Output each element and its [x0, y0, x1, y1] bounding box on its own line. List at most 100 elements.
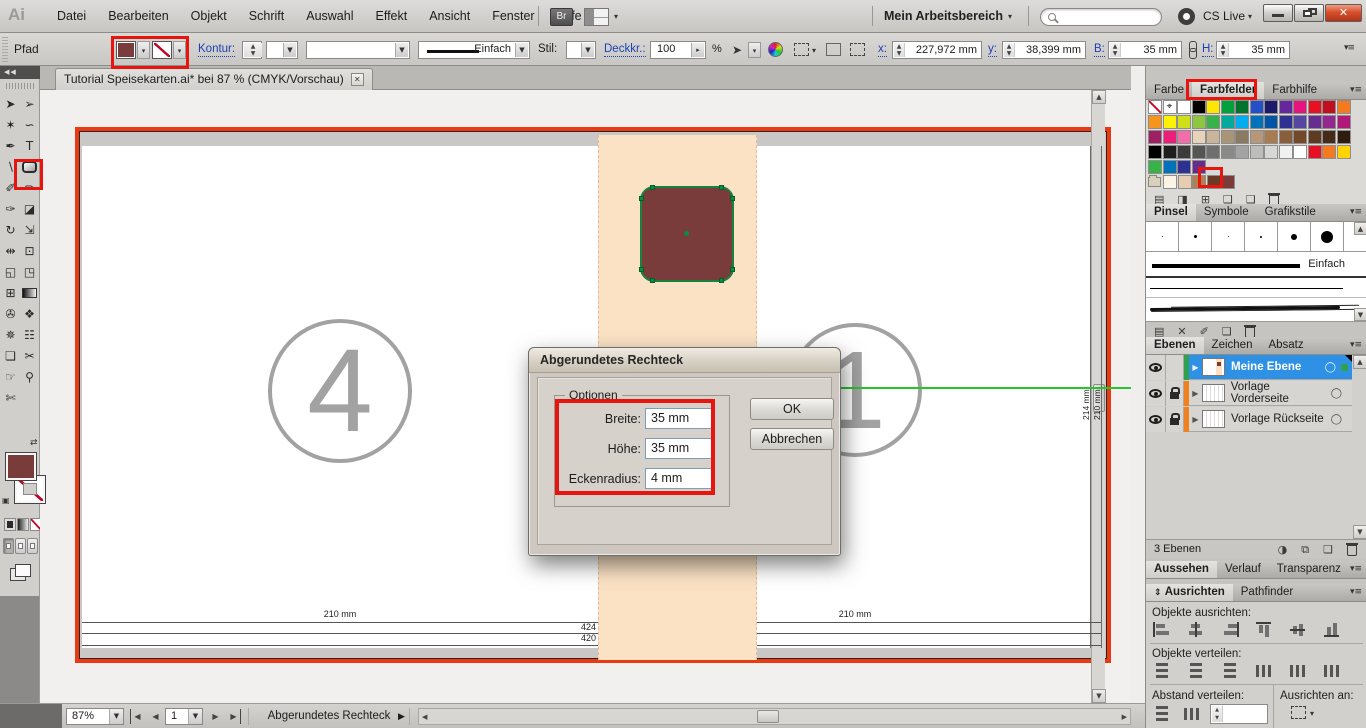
line-segment-tool[interactable]: ∖: [1, 156, 20, 177]
stroke-weight-link[interactable]: Kontur:: [198, 42, 235, 57]
field-input[interactable]: 35 mm: [645, 408, 713, 429]
swatch[interactable]: [1250, 130, 1264, 144]
lock-cell[interactable]: [1166, 355, 1184, 380]
pen-tool[interactable]: ✒: [1, 135, 20, 156]
tab-ebenen[interactable]: Ebenen: [1146, 337, 1204, 354]
lock-cell[interactable]: [1166, 381, 1184, 406]
eraser-tool[interactable]: ◪: [20, 198, 39, 219]
stroke-color-swatch[interactable]: [152, 41, 172, 59]
style-select[interactable]: ▼: [566, 41, 596, 59]
target-circle-icon[interactable]: ◯: [1325, 362, 1336, 373]
draw-normal-button[interactable]: [3, 538, 14, 554]
brush-options-icon[interactable]: ✐: [1200, 325, 1209, 338]
swatch[interactable]: [1235, 100, 1249, 114]
eyedropper-tool[interactable]: ✇: [1, 303, 20, 324]
direct-selection-tool[interactable]: ➢: [20, 93, 39, 114]
width-link[interactable]: B:: [1094, 42, 1105, 57]
swatch[interactable]: [1206, 130, 1220, 144]
tab-grafikstile[interactable]: Grafikstile: [1257, 204, 1324, 221]
swatch[interactable]: [1235, 115, 1249, 129]
swatch[interactable]: ⌖: [1163, 100, 1177, 114]
selected-swatch[interactable]: [1221, 175, 1235, 189]
stroke-weight-stepper[interactable]: ▲▼: [242, 41, 262, 59]
brush-cell[interactable]: [1179, 222, 1212, 251]
layer-thumbnail[interactable]: [1202, 384, 1225, 402]
menu-ansicht[interactable]: Ansicht: [418, 0, 481, 32]
distribute-icon-2[interactable]: [1186, 663, 1206, 678]
swap-fill-stroke-icon[interactable]: ⇄: [30, 438, 38, 448]
tab-farbhilfe[interactable]: Farbhilfe: [1264, 82, 1325, 99]
swatch[interactable]: [1250, 145, 1264, 159]
layer-row[interactable]: ▶Vorlage Rückseite◯: [1146, 407, 1352, 432]
swatch[interactable]: [1293, 115, 1307, 129]
tab-ausrichten[interactable]: ⇕ Ausrichten: [1146, 584, 1233, 601]
dialog-title[interactable]: Abgerundetes Rechteck: [529, 348, 840, 373]
distribute-icon-5[interactable]: [1288, 663, 1308, 678]
search-input[interactable]: [1040, 8, 1162, 26]
brush-scroll-down-icon[interactable]: ▼: [1354, 308, 1366, 321]
remove-brushstroke-icon[interactable]: ✕: [1177, 325, 1186, 338]
width-tool[interactable]: ⇹: [1, 240, 20, 261]
menu-auswahl[interactable]: Auswahl: [295, 0, 364, 32]
swatch[interactable]: [1163, 160, 1177, 174]
workspace-switcher[interactable]: Mein Arbeitsbereich: [884, 0, 1003, 32]
blob-brush-tool[interactable]: ✑: [1, 198, 20, 219]
scroll-left-icon[interactable]: ◀: [422, 713, 427, 721]
swatch[interactable]: [1177, 145, 1191, 159]
swatch[interactable]: [1322, 145, 1336, 159]
scroll-down-icon[interactable]: ▼: [1092, 689, 1106, 703]
brush-libraries-icon[interactable]: ▤: [1154, 325, 1164, 338]
brushes-panel-menu-icon[interactable]: ▾≡: [1350, 204, 1366, 221]
cs-live-label[interactable]: CS Live: [1203, 0, 1245, 32]
layers-scroll-down-icon[interactable]: ▼: [1353, 525, 1366, 539]
swatch[interactable]: [1148, 160, 1162, 174]
swatch[interactable]: [1177, 160, 1191, 174]
tab-aussehen[interactable]: Aussehen: [1146, 561, 1217, 578]
swatch[interactable]: [1148, 130, 1162, 144]
perspective-grid-tool[interactable]: ◳: [20, 261, 39, 282]
tab-symbole[interactable]: Symbole: [1196, 204, 1257, 221]
expand-triangle-icon[interactable]: ▶: [1189, 415, 1202, 424]
swatch[interactable]: [1337, 100, 1351, 114]
swatch[interactable]: [1206, 145, 1220, 159]
swatch[interactable]: [1177, 115, 1191, 129]
swatch[interactable]: [1293, 130, 1307, 144]
swatch[interactable]: [1163, 115, 1177, 129]
swatch[interactable]: [1192, 160, 1206, 174]
scroll-right-icon[interactable]: ▶: [1122, 713, 1127, 721]
align-to-selection-icon[interactable]: [1291, 706, 1306, 719]
mesh-tool[interactable]: ⊞: [1, 282, 20, 303]
swatch[interactable]: [1207, 175, 1221, 189]
distribute-icon-1[interactable]: [1152, 663, 1172, 678]
stroke-indicator[interactable]: [15, 476, 45, 503]
swatch[interactable]: [1192, 115, 1206, 129]
hand-tool[interactable]: ☞: [1, 366, 20, 387]
paintbrush-tool[interactable]: ✐: [1, 177, 20, 198]
cancel-button[interactable]: Abbrechen: [750, 428, 834, 450]
swatch[interactable]: [1279, 145, 1293, 159]
tab-close-icon[interactable]: ✕: [351, 73, 364, 86]
menu-objekt[interactable]: Objekt: [180, 0, 238, 32]
shape-builder-tool[interactable]: ◱: [1, 261, 20, 282]
slice-tool[interactable]: ✂: [20, 345, 39, 366]
field-input[interactable]: 4 mm: [645, 468, 713, 489]
brush-charcoal-row[interactable]: [1146, 298, 1366, 320]
gradient-button[interactable]: [17, 518, 29, 531]
swatch[interactable]: [1148, 100, 1162, 114]
layer-thumbnail[interactable]: [1202, 358, 1225, 376]
height-link[interactable]: H:: [1202, 42, 1214, 57]
ok-button[interactable]: OK: [750, 398, 834, 420]
swatch[interactable]: [1279, 130, 1293, 144]
brush-cell[interactable]: [1278, 222, 1311, 251]
color-button[interactable]: [4, 518, 16, 531]
last-page-button[interactable]: ▶: [226, 709, 241, 724]
swatch[interactable]: [1279, 100, 1293, 114]
blend-tool[interactable]: ❖: [20, 303, 39, 324]
scale-tool[interactable]: ⇲: [20, 219, 39, 240]
target-circle-icon[interactable]: ◯: [1331, 388, 1342, 399]
swatch[interactable]: [1163, 175, 1177, 189]
distribute-icon-6[interactable]: [1322, 663, 1342, 678]
swatch[interactable]: [1337, 145, 1351, 159]
brush-cell[interactable]: [1311, 222, 1344, 251]
swatch[interactable]: [1322, 130, 1336, 144]
